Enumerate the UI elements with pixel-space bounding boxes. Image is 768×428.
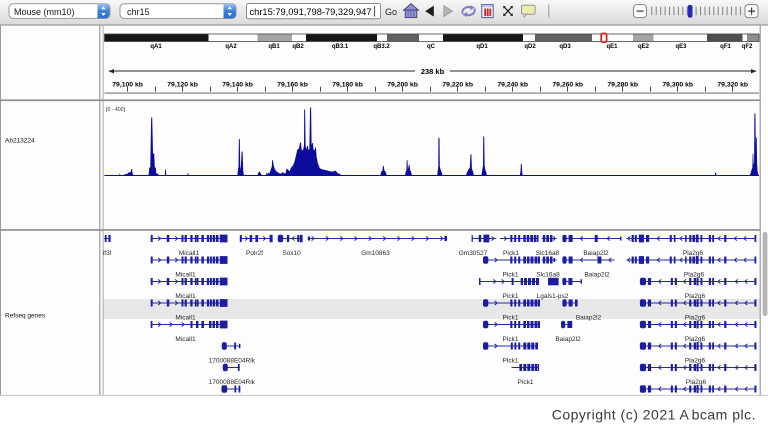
svg-text:qC: qC [427,44,436,50]
svg-text:Polr2f: Polr2f [246,250,263,257]
svg-text:qF2: qF2 [742,44,753,50]
svg-text:qE1: qE1 [606,44,618,50]
svg-text:qD3: qD3 [559,44,571,50]
svg-text:Pick1: Pick1 [503,250,519,257]
svg-text:qB3.1: qB3.1 [332,44,349,50]
svg-text:Micall1: Micall1 [175,315,196,322]
svg-text:238 kb: 238 kb [421,67,445,76]
svg-text:Pick1: Pick1 [503,272,519,279]
svg-text:Pla2g6: Pla2g6 [685,315,706,322]
svg-text:Copyright (c) 2021 Abcam plc.: Copyright (c) 2021 Abcam plc. [552,406,756,422]
svg-text:Micall1: Micall1 [179,250,200,257]
svg-text:qD1: qD1 [476,44,488,50]
svg-text:Pick1: Pick1 [503,293,519,300]
svg-text:Pla2g6: Pla2g6 [685,336,706,343]
svg-text:Slc16a8: Slc16a8 [536,250,560,257]
svg-text:Pick1: Pick1 [503,358,519,365]
svg-text:Pla2g6: Pla2g6 [685,293,706,300]
svg-text:Refseq genes: Refseq genes [5,313,46,320]
svg-text:qB3.2: qB3.2 [373,44,390,50]
svg-text:chr15:79,091,798-79,329,947: chr15:79,091,798-79,329,947 [250,7,372,17]
svg-text:chr15: chr15 [127,7,150,17]
svg-text:qF1: qF1 [720,44,731,50]
svg-text:Mouse (mm10): Mouse (mm10) [14,7,75,17]
svg-text:qE3: qE3 [675,44,687,50]
svg-text:1700088E04Rik: 1700088E04Rik [209,358,256,365]
svg-text:Pick1: Pick1 [503,315,519,322]
svg-text:Micall1: Micall1 [175,293,196,300]
svg-text:qE2: qE2 [638,44,650,50]
svg-text:qB1: qB1 [268,44,280,50]
svg-text:Baiap2l2: Baiap2l2 [555,336,581,343]
svg-text:Gm10863: Gm10863 [361,250,390,257]
svg-text:[0 - 400]: [0 - 400] [106,107,126,113]
svg-text:qD2: qD2 [524,44,536,50]
svg-text:1700088E04Rik: 1700088E04Rik [209,379,256,386]
svg-text:Sox10: Sox10 [282,250,301,257]
svg-text:Pla2g6: Pla2g6 [685,358,706,365]
svg-text:Ab213224: Ab213224 [5,138,35,145]
svg-text:Baiap2l2: Baiap2l2 [576,315,602,322]
svg-text:Go: Go [385,7,397,17]
svg-text:Slc16a8: Slc16a8 [536,272,560,279]
svg-text:Pla2g6: Pla2g6 [684,272,705,279]
svg-text:Micall1: Micall1 [175,272,196,279]
svg-text:Pla2g6: Pla2g6 [683,250,704,257]
svg-text:qA1: qA1 [150,44,162,50]
svg-text:Pla2g6: Pla2g6 [686,379,707,386]
svg-text:Baiap2l2: Baiap2l2 [583,250,609,257]
svg-text:Lgals1-ps2: Lgals1-ps2 [537,293,569,300]
svg-text:qA2: qA2 [225,44,237,50]
svg-text:Gm30527: Gm30527 [459,250,488,257]
svg-text:Pick1: Pick1 [503,336,519,343]
svg-text:Pick1: Pick1 [518,379,534,386]
svg-text:if3l: if3l [103,250,112,257]
svg-text:qB2: qB2 [292,44,304,50]
svg-text:Micall1: Micall1 [175,336,196,343]
svg-text:Baiap2l2: Baiap2l2 [584,272,610,279]
